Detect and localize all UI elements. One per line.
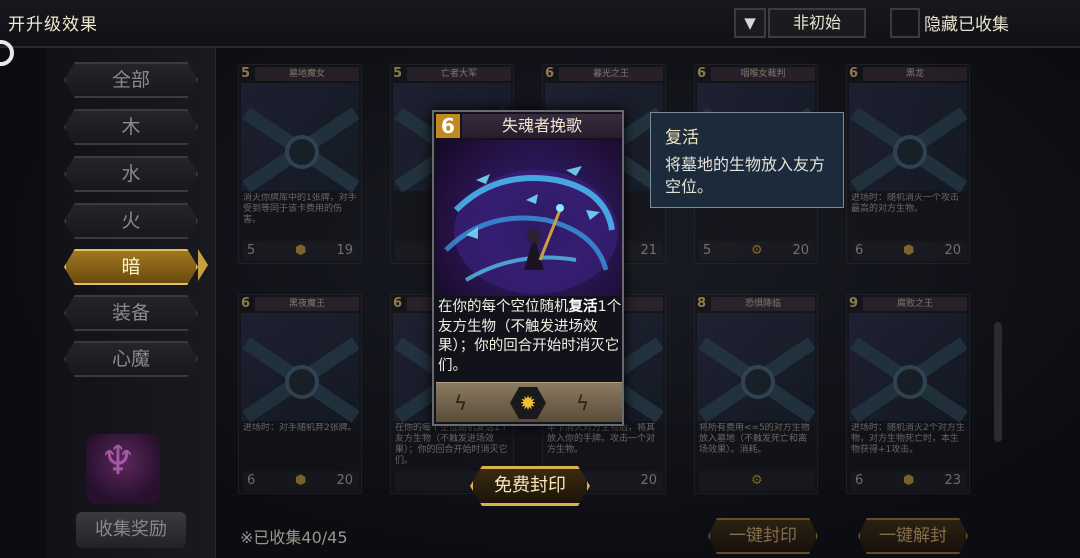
card-stats: 6 ⬢ 20	[243, 471, 359, 491]
category-tab-dark[interactable]: 暗	[64, 249, 198, 285]
card-name: 亡者大军	[407, 67, 511, 81]
demon-skull-icon: ♆	[100, 438, 136, 484]
card-description: 将所有费用<=5的对方生物放入墓地（不触发死亡和离场效果）。消耗。	[699, 423, 810, 455]
detail-keyword-revive[interactable]: 复活	[569, 299, 598, 315]
hide-collected-checkbox[interactable]	[890, 8, 920, 38]
card-health: 20	[944, 243, 961, 258]
spirit-vortex-illustration	[444, 166, 618, 294]
card-art	[697, 313, 816, 423]
category-tab-wood[interactable]: 木	[64, 109, 198, 145]
helmet-icon: ⬢	[903, 243, 915, 258]
card-slot[interactable]: 5 墓地魔女 消灭你牌库中的1张牌，对手受到等同于该卡费用的伤害。 5 ⬢ 19	[238, 64, 362, 264]
card-attack: 6	[247, 473, 256, 488]
card-attack: 6	[855, 473, 864, 488]
card-stats: 6 ⬢ 20	[851, 241, 967, 261]
detail-card-footer: ϟ ✹ ϟ	[436, 382, 622, 422]
seal-all-button[interactable]: 一键封印	[708, 518, 818, 554]
helmet-icon: ⬢	[295, 243, 307, 258]
card-slot[interactable]: 9 腐败之王 进场时：随机消灭2个对方生物，对方生物死亡时，本生物获得+1攻击。…	[846, 294, 970, 494]
page-title: 开升级效果	[8, 15, 98, 35]
card-attack: 5	[703, 243, 712, 258]
card-cost: 6	[697, 66, 707, 81]
card-name: 暮光之王	[559, 67, 663, 81]
card-stats: 6 ⬢ 23	[851, 471, 967, 491]
gear-icon: ⚙	[751, 243, 763, 258]
seal-lock-icon	[741, 365, 775, 399]
tooltip-title: 复活	[665, 128, 699, 148]
lightning-right-icon: ϟ	[576, 391, 590, 415]
filter-dropdown-value[interactable]: 非初始	[768, 8, 866, 38]
card-health: 21	[640, 243, 657, 258]
filter-dropdown-toggle[interactable]: ▼	[734, 8, 766, 38]
card-art	[849, 313, 968, 423]
seal-lock-icon	[285, 365, 319, 399]
keyword-tooltip: 复活 将墓地的生物放入友方空位。	[650, 112, 844, 208]
card-name: 咽喉女裁判	[711, 67, 815, 81]
card-health: 20	[792, 243, 809, 258]
category-tab-water[interactable]: 水	[64, 156, 198, 192]
detail-card-name: 失魂者挽歌	[462, 114, 622, 138]
gear-icon: ⚙	[751, 473, 763, 488]
category-tab-equipment[interactable]: 装备	[64, 295, 198, 331]
card-stats: 5 ⬢ 19	[243, 241, 359, 261]
category-tab-inner-demon[interactable]: 心魔	[64, 341, 198, 377]
card-name: 腐败之王	[863, 297, 967, 311]
card-name: 黑龙	[863, 67, 967, 81]
card-description: 消灭你牌库中的1张牌，对手受到等同于该卡费用的伤害。	[243, 193, 357, 225]
card-cost: 9	[849, 296, 859, 311]
scrollbar[interactable]	[994, 322, 1002, 442]
card-cost: 6	[849, 66, 859, 81]
card-description: 进场时：对手随机弃2张牌。	[243, 423, 357, 433]
detail-card-art	[436, 140, 622, 296]
tooltip-body: 将墓地的生物放入友方空位。	[665, 155, 826, 196]
lightning-left-icon: ϟ	[454, 391, 468, 415]
card-cost: 6	[393, 296, 403, 311]
helmet-icon: ⬢	[295, 473, 307, 488]
helmet-icon: ⬢	[903, 473, 915, 488]
card-name: 黑夜魔王	[255, 297, 359, 311]
card-health: 20	[640, 473, 657, 488]
detail-card-cost: 6	[436, 114, 460, 138]
collected-count: ※已收集40/45	[240, 528, 348, 547]
detail-text-before: 在你的每个空位随机	[438, 299, 569, 315]
free-seal-button[interactable]: 免费封印	[470, 466, 590, 506]
sun-emblem-icon: ✹	[510, 387, 546, 419]
card-art	[241, 313, 360, 423]
collect-reward-button[interactable]: 收集奖励	[76, 512, 186, 548]
card-cost: 6	[241, 296, 251, 311]
card-detail-popup: 6 失魂者挽歌 在你的每个空位随机复活1个友方生物（不触发进场效果）；你的回合开…	[432, 110, 624, 426]
card-cost: 5	[241, 66, 251, 81]
card-description: 进场时：随机消灭2个对方生物，对方生物死亡时，本生物获得+1攻击。	[851, 423, 965, 455]
card-stats: 5 ⚙ 20	[699, 241, 815, 261]
card-attack: 5	[247, 243, 256, 258]
seal-lock-icon	[893, 365, 927, 399]
active-tab-arrow-icon	[198, 249, 208, 281]
card-cost: 8	[697, 296, 707, 311]
card-description: 进场时：随机消灭一个攻击最高的对方生物。	[851, 193, 960, 214]
card-health: 20	[336, 473, 353, 488]
hide-collected-label: 隐藏已收集	[924, 15, 1009, 35]
card-name: 恐惧降临	[711, 297, 815, 311]
seal-lock-icon	[285, 135, 319, 169]
category-tab-all[interactable]: 全部	[64, 62, 198, 98]
card-slot[interactable]: 6 黑夜魔王 进场时：对手随机弃2张牌。 6 ⬢ 20	[238, 294, 362, 494]
card-slot[interactable]: 6 黑龙 进场时：随机消灭一个攻击最高的对方生物。 6 ⬢ 20	[846, 64, 970, 264]
detail-card-text: 在你的每个空位随机复活1个友方生物（不触发进场效果）；你的回合开始时消灭它们。	[438, 298, 622, 380]
card-description: 本卡消灭对方生物后，将其放入你的手牌。攻击一个对方生物。	[547, 423, 656, 455]
category-tab-fire[interactable]: 火	[64, 203, 198, 239]
seal-lock-icon	[893, 135, 927, 169]
unseal-all-button[interactable]: 一键解封	[858, 518, 968, 554]
card-description: 在你的每个空位随机复活1个友方生物（不触发进场效果）；你的回合开始时消灭它们。	[395, 423, 509, 466]
card-health: 23	[944, 473, 961, 488]
card-name: 墓地魔女	[255, 67, 359, 81]
card-attack: 6	[855, 243, 864, 258]
card-art	[849, 83, 968, 193]
card-stats: ⚙	[699, 471, 815, 491]
card-art	[241, 83, 360, 193]
card-cost: 6	[545, 66, 555, 81]
card-health: 19	[336, 243, 353, 258]
card-cost: 5	[393, 66, 403, 81]
game-screen: 开升级效果 ▼ 非初始 隐藏已收集 全部 木 水 火 暗 装备 心魔 ♆ 收集奖…	[0, 0, 1080, 558]
card-slot[interactable]: 8 恐惧降临 将所有费用<=5的对方生物放入墓地（不触发死亡和离场效果）。消耗。…	[694, 294, 818, 494]
